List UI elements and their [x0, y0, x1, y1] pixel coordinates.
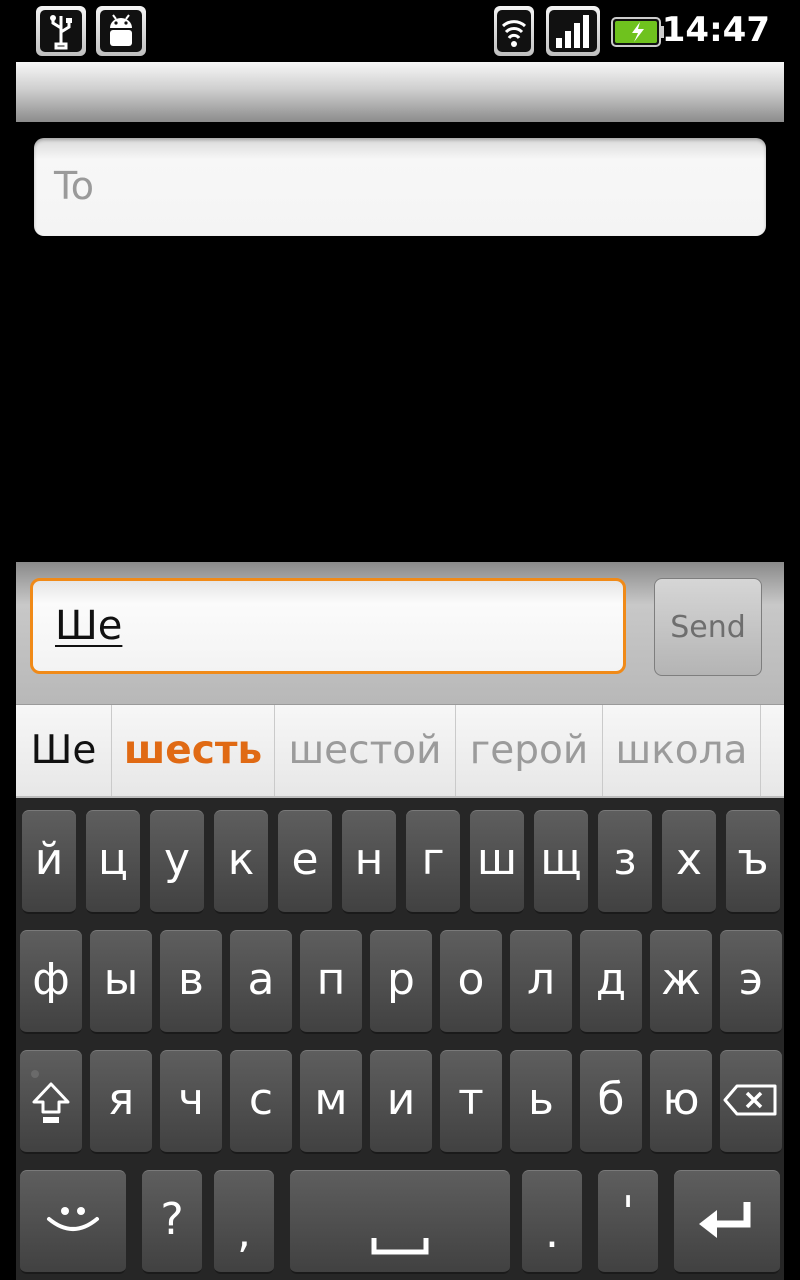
key[interactable]: ': [598, 1170, 658, 1274]
keyboard: й ц у к е н г ш щ з х ъ ф ы в а п р о л …: [16, 798, 784, 1280]
key[interactable]: ъ: [726, 810, 780, 914]
battery-charging-icon: [610, 6, 666, 56]
space-key[interactable]: [290, 1170, 510, 1274]
key[interactable]: ж: [650, 930, 712, 1034]
key[interactable]: ч: [160, 1050, 222, 1154]
key[interactable]: я: [90, 1050, 152, 1154]
key[interactable]: д: [580, 930, 642, 1034]
key[interactable]: ц: [86, 810, 140, 914]
shift-key[interactable]: [20, 1050, 82, 1154]
wifi-icon: [494, 6, 534, 56]
key[interactable]: з: [598, 810, 652, 914]
suggestion-typed[interactable]: Ше: [16, 705, 112, 796]
key[interactable]: е: [278, 810, 332, 914]
key[interactable]: э: [720, 930, 782, 1034]
key[interactable]: б: [580, 1050, 642, 1154]
usb-icon: [36, 6, 86, 56]
key[interactable]: с: [230, 1050, 292, 1154]
key[interactable]: к: [214, 810, 268, 914]
recipient-placeholder: To: [54, 164, 95, 208]
space-icon: [370, 1182, 430, 1258]
key[interactable]: у: [150, 810, 204, 914]
suggestion-item[interactable]: шесть: [112, 705, 275, 796]
key[interactable]: й: [22, 810, 76, 914]
key[interactable]: т: [440, 1050, 502, 1154]
backspace-icon: [723, 1083, 779, 1117]
android-debug-icon: [96, 6, 146, 56]
key[interactable]: ф: [20, 930, 82, 1034]
enter-icon: [697, 1198, 757, 1242]
signal-icon: [546, 6, 600, 56]
title-bar: [16, 62, 784, 122]
key[interactable]: л: [510, 930, 572, 1034]
message-input[interactable]: Ше: [30, 578, 626, 674]
clock: 14:47: [661, 10, 770, 50]
key[interactable]: а: [230, 930, 292, 1034]
key[interactable]: ю: [650, 1050, 712, 1154]
suggestion-strip: Ше шесть шестой герой школа: [16, 704, 784, 798]
key[interactable]: н: [342, 810, 396, 914]
key[interactable]: ы: [90, 930, 152, 1034]
key[interactable]: м: [300, 1050, 362, 1154]
send-button[interactable]: Send: [654, 578, 762, 676]
key[interactable]: ь: [510, 1050, 572, 1154]
enter-key[interactable]: [674, 1170, 780, 1274]
message-text: Ше: [55, 603, 123, 649]
key[interactable]: и: [370, 1050, 432, 1154]
shift-icon: [28, 1069, 74, 1130]
key[interactable]: п: [300, 930, 362, 1034]
suggestion-item[interactable]: герой: [456, 705, 603, 796]
backspace-key[interactable]: [720, 1050, 782, 1154]
smiley-icon: [45, 1205, 101, 1235]
key[interactable]: р: [370, 930, 432, 1034]
key[interactable]: ,: [214, 1170, 274, 1274]
key[interactable]: о: [440, 930, 502, 1034]
suggestion-item[interactable]: шестой: [275, 705, 456, 796]
key[interactable]: щ: [534, 810, 588, 914]
key[interactable]: г: [406, 810, 460, 914]
recipient-input[interactable]: To: [34, 138, 766, 236]
key[interactable]: х: [662, 810, 716, 914]
suggestion-item[interactable]: школа: [603, 705, 761, 796]
key[interactable]: в: [160, 930, 222, 1034]
key[interactable]: ?: [142, 1170, 202, 1274]
status-bar: 14:47: [0, 0, 800, 62]
emoji-key[interactable]: [20, 1170, 126, 1274]
key[interactable]: ш: [470, 810, 524, 914]
key[interactable]: .: [522, 1170, 582, 1274]
